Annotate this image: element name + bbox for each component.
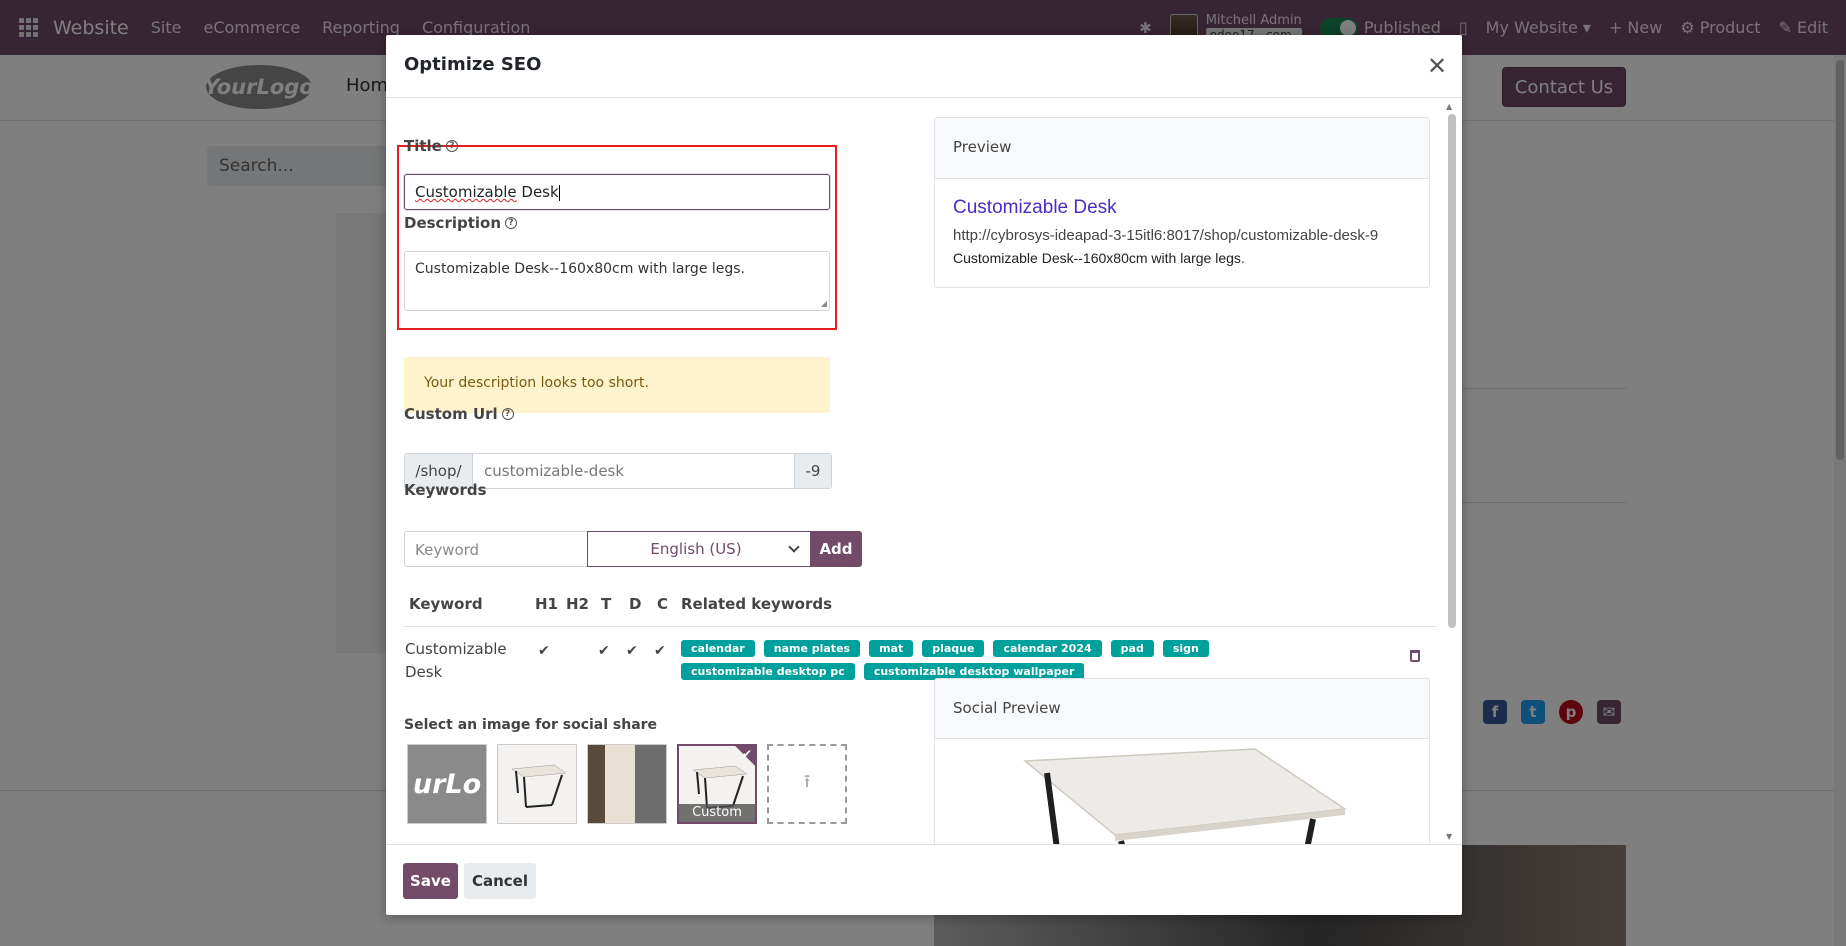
check-h1-icon: ✔ <box>538 643 550 659</box>
col-d: D <box>629 595 642 613</box>
social-preview-card: Social Preview <box>934 678 1430 844</box>
cancel-button[interactable]: Cancel <box>464 863 536 899</box>
social-image-custom[interactable]: ✔ Custom <box>677 744 757 824</box>
add-keyword-button[interactable]: Add <box>810 531 862 567</box>
preview-title: Customizable Desk <box>953 197 1117 218</box>
col-h1: H1 <box>535 595 558 613</box>
title-input[interactable]: Customizable Desk <box>404 174 830 210</box>
table-divider <box>404 626 1436 627</box>
dialog-scrollbar-thumb[interactable] <box>1448 114 1456 628</box>
social-image-photo[interactable] <box>587 744 667 824</box>
upload-icon[interactable]: ⭱ <box>767 744 847 824</box>
related-keyword-tag[interactable]: pad <box>1110 640 1154 657</box>
col-c: C <box>657 595 669 613</box>
keyword-cell: Customizable Desk <box>405 640 507 681</box>
preview-url: http://cybrosys-ideapad-3-15itl6:8017/sh… <box>953 227 1379 244</box>
dialog-header: Optimize SEO ✕ <box>386 35 1462 98</box>
related-keyword-tag[interactable]: sign <box>1162 640 1209 657</box>
dialog-title: Optimize SEO <box>404 54 542 75</box>
help-icon[interactable]: ? <box>501 408 514 420</box>
title-label: Title? <box>404 137 458 155</box>
scroll-down-icon[interactable]: ▼ <box>1446 832 1452 841</box>
col-t: T <box>601 595 612 613</box>
related-keyword-tag[interactable]: mat <box>869 640 914 657</box>
social-image-label: Select an image for social share <box>404 717 658 733</box>
social-preview-image <box>935 739 1429 844</box>
related-keyword-tag[interactable]: plaque <box>922 640 985 657</box>
check-t-icon: ✔ <box>598 643 610 659</box>
scroll-up-icon[interactable]: ▲ <box>1446 102 1452 111</box>
trash-icon[interactable] <box>1410 650 1420 662</box>
language-select[interactable]: English (US) <box>587 531 811 567</box>
col-h2: H2 <box>566 595 589 613</box>
related-keywords: calendar name plates mat plaque calendar… <box>681 640 1341 680</box>
related-keyword-tag[interactable]: name plates <box>763 640 861 657</box>
search-preview-card: Preview Customizable Desk http://cybrosy… <box>934 117 1430 288</box>
social-image-logo[interactable]: urLo <box>407 744 487 824</box>
custom-caption: Custom <box>679 804 755 822</box>
custom-url-label: Custom Url? <box>404 405 514 423</box>
close-icon[interactable]: ✕ <box>1425 54 1449 79</box>
selected-check-icon: ✔ <box>741 747 752 761</box>
description-label: Description? <box>404 214 518 232</box>
help-icon[interactable]: ? <box>505 217 518 229</box>
preview-description: Customizable Desk--160x80cm with large l… <box>953 250 1245 266</box>
resize-handle-icon[interactable]: ◢ <box>821 299 827 308</box>
description-textarea[interactable]: Customizable Desk--160x80cm with large l… <box>404 251 830 311</box>
chevron-down-icon <box>787 540 800 553</box>
save-button[interactable]: Save <box>403 863 458 899</box>
related-keyword-tag[interactable]: customizable desktop pc <box>681 663 855 680</box>
keywords-label: Keywords <box>404 481 487 499</box>
url-suffix: -9 <box>794 454 831 488</box>
col-related: Related keywords <box>681 595 833 613</box>
optimize-seo-dialog: Optimize SEO ✕ Title? Customizable Desk … <box>386 35 1462 915</box>
check-d-icon: ✔ <box>626 643 638 659</box>
related-keyword-tag[interactable]: calendar 2024 <box>993 640 1102 657</box>
dialog-body: Title? Customizable Desk Description? Cu… <box>386 98 1462 844</box>
dialog-footer: Save Cancel <box>386 844 1462 915</box>
preview-heading: Preview <box>935 118 1429 179</box>
social-preview-heading: Social Preview <box>935 679 1429 739</box>
social-image-desk[interactable] <box>497 744 577 824</box>
col-keyword: Keyword <box>409 595 483 613</box>
keyword-input[interactable]: Keyword <box>404 531 588 567</box>
help-icon[interactable]: ? <box>445 140 458 152</box>
related-keyword-tag[interactable]: calendar <box>681 640 755 657</box>
custom-url-input[interactable]: customizable-desk <box>473 454 794 488</box>
check-c-icon: ✔ <box>654 643 666 659</box>
